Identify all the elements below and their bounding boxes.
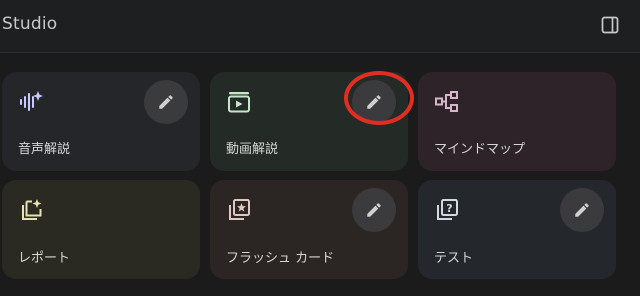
quiz-card[interactable]: ? テスト: [418, 180, 616, 279]
mind-map-card[interactable]: マインドマップ: [418, 72, 616, 171]
quiz-edit-button[interactable]: [560, 188, 604, 232]
video-explanation-card[interactable]: 動画解説: [210, 72, 408, 171]
audio-explanation-label: 音声解説: [18, 142, 71, 157]
audio-explanation-card[interactable]: 音声解説: [2, 72, 200, 171]
svg-text:?: ?: [446, 202, 452, 215]
video-explanation-edit-button[interactable]: [352, 80, 396, 124]
audio-wave-sparkle-icon: [18, 89, 43, 113]
report-label: レポート: [18, 251, 71, 266]
page-title: Studio: [2, 14, 58, 34]
flashcards-edit-button[interactable]: [352, 188, 396, 232]
flashcards-card[interactable]: フラッシュ カード: [210, 180, 408, 279]
report-sparkle-icon: [18, 197, 42, 221]
audio-explanation-edit-button[interactable]: [144, 80, 188, 124]
pencil-icon: [159, 95, 173, 109]
video-explanation-label: 動画解説: [226, 142, 279, 157]
pencil-icon: [575, 203, 589, 217]
pencil-icon: [367, 95, 381, 109]
flashcards-star-icon: [226, 197, 250, 221]
flashcards-label: フラッシュ カード: [226, 251, 335, 266]
mind-map-icon: [434, 89, 458, 113]
studio-header: Studio: [0, 0, 640, 53]
mind-map-label: マインドマップ: [434, 142, 526, 157]
pencil-icon: [367, 203, 381, 217]
side-panel-icon[interactable]: [601, 16, 619, 34]
quiz-question-icon: ?: [434, 197, 458, 221]
report-card[interactable]: レポート: [2, 180, 200, 279]
video-play-icon: [226, 89, 250, 113]
quiz-label: テスト: [434, 251, 474, 266]
